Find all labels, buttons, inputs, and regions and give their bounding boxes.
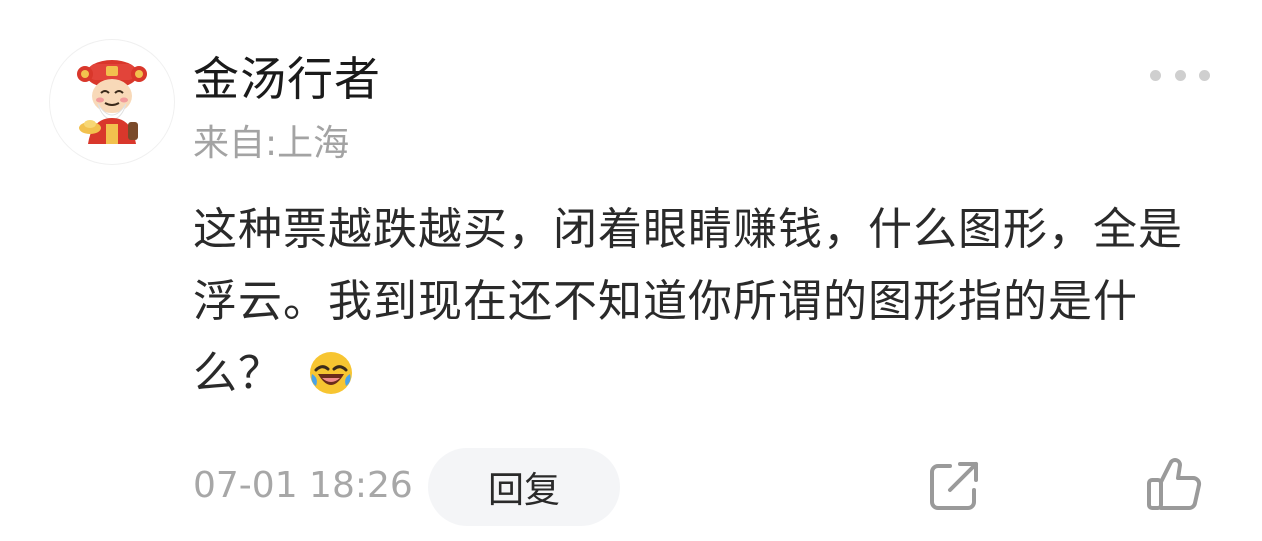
share-icon: [930, 462, 978, 510]
like-button[interactable]: [1145, 456, 1203, 514]
caishen-avatar-icon: [77, 60, 147, 144]
share-button[interactable]: [926, 458, 982, 514]
comment-text-block: 这种票越跌越买，闭着眼睛赚钱，什么图形，全是浮云。我到现在还不知道你所谓的图形指…: [193, 194, 1213, 410]
username[interactable]: 金汤行者: [193, 52, 381, 106]
laughing-crying-emoji-icon: [310, 352, 352, 394]
avatar[interactable]: [50, 40, 174, 164]
location-label: 来自:上海: [193, 123, 350, 164]
thumbs-up-icon: [1147, 458, 1202, 510]
more-dots-icon: [1199, 69, 1210, 81]
reply-button-label: 回复: [487, 469, 560, 510]
timestamp: 07-01 18:26: [193, 465, 413, 506]
more-dots-icon: [1174, 69, 1186, 81]
more-dots-icon: [1150, 69, 1161, 81]
more-options-button[interactable]: [1150, 60, 1210, 90]
reply-button[interactable]: 回复: [428, 448, 620, 526]
